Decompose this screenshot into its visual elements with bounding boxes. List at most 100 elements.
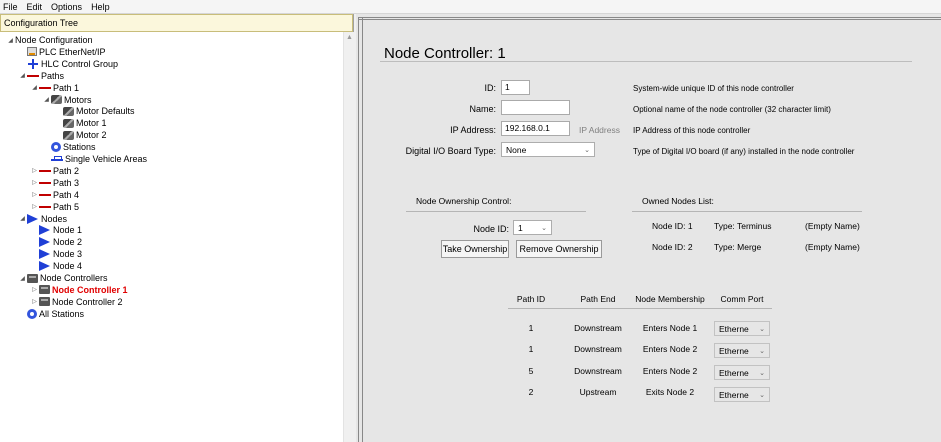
chevron-down-icon: ⌄ (759, 369, 765, 377)
tree-item[interactable]: Node 4 (30, 260, 82, 272)
tree-item[interactable]: ◢ Paths (18, 70, 64, 82)
tree-item[interactable]: Node 2 (30, 236, 82, 248)
table-cell-path-end: Downstream (574, 344, 622, 354)
tree-item[interactable]: ▷ Path 5 (30, 201, 79, 213)
expand-arrow-icon[interactable]: ▷ (30, 298, 39, 305)
owned-node-name: (Empty Name) (805, 221, 860, 231)
tree-item[interactable]: ◢ Path 1 (30, 82, 79, 94)
tree-item-label: Motor Defaults (76, 106, 135, 117)
comm-port-dropdown[interactable]: Etherne ⌄ (714, 321, 770, 336)
digital-io-label: Digital I/O Board Type: (405, 146, 496, 156)
table-cell-membership: Enters Node 2 (642, 344, 698, 354)
tree-item-label: Single Vehicle Areas (65, 154, 148, 164)
collapse-arrow-icon[interactable]: ◢ (18, 275, 27, 282)
comm-port-dropdown[interactable]: Etherne ⌄ (714, 343, 770, 358)
tree-item[interactable]: Single Vehicle Areas (42, 153, 147, 165)
table-cell-path-id: 2 (528, 387, 534, 397)
id-description: System-wide unique ID of this node contr… (633, 84, 794, 93)
tree-item[interactable]: ◢ Node Controllers (18, 272, 108, 284)
tree-item[interactable]: Stations (42, 141, 96, 153)
tree-item[interactable]: Node 3 (30, 248, 82, 260)
expand-arrow-icon[interactable]: ▷ (30, 286, 39, 293)
expand-arrow-icon[interactable]: ▷ (30, 167, 39, 174)
tree-item[interactable]: ▷ Node Controller 1 (30, 284, 128, 296)
tree-item[interactable]: PLC EtherNet/IP (18, 46, 106, 58)
tree-item-label: Node Controllers (40, 273, 108, 283)
detail-panel: Node Controller: 1 ID: 1 System-wide uni… (356, 14, 941, 442)
ip-address-field[interactable]: 192.168.0.1 (501, 121, 570, 136)
tree-item[interactable]: ▷ Path 4 (30, 189, 79, 201)
expand-arrow-icon[interactable]: ▷ (30, 179, 39, 186)
comm-port-dropdown[interactable]: Etherne ⌄ (714, 365, 770, 380)
tree-item[interactable]: HLC Control Group (18, 58, 118, 70)
configuration-tree-header: Configuration Tree (0, 14, 353, 32)
scroll-up-icon[interactable]: ▲ (346, 34, 353, 41)
digital-io-value: None (506, 144, 527, 155)
splitter-left[interactable] (358, 17, 363, 442)
page-title: Node Controller: 1 (384, 45, 506, 62)
tree-item[interactable]: Motor 1 (54, 117, 107, 129)
comm-port-dropdown[interactable]: Etherne ⌄ (714, 387, 770, 402)
comm-port-value: Etherne (719, 389, 749, 400)
id-label: ID: (484, 83, 496, 93)
tree-item-label: Node Controller 1 (52, 284, 128, 295)
node-arrow-icon (39, 249, 51, 260)
tree-item-label: Node Configuration (15, 35, 93, 45)
comm-port-value: Etherne (719, 367, 749, 378)
chevron-down-icon: ⌄ (759, 325, 765, 333)
collapse-arrow-icon[interactable]: ◢ (30, 84, 39, 91)
path-icon (39, 83, 51, 93)
menu-options[interactable]: Options (51, 2, 82, 12)
collapse-arrow-icon[interactable]: ◢ (18, 215, 27, 222)
tree-item-label: Node 3 (53, 249, 83, 260)
remove-ownership-button[interactable]: Remove Ownership (516, 240, 602, 258)
chevron-down-icon: ⌄ (759, 347, 765, 355)
collapse-arrow-icon[interactable]: ◢ (42, 96, 51, 103)
collapse-arrow-icon[interactable]: ◢ (18, 72, 27, 79)
expand-arrow-icon[interactable]: ▷ (30, 203, 39, 210)
expand-arrow-icon[interactable]: ▷ (30, 191, 39, 198)
menu-help[interactable]: Help (91, 2, 110, 12)
owned-node-type: Type: Terminus (714, 221, 772, 231)
tree-item[interactable]: ▷ Node Controller 2 (30, 296, 122, 308)
tree-item-label: Motor 1 (76, 118, 107, 129)
tree-item[interactable]: Motor 2 (54, 129, 107, 141)
name-field[interactable] (501, 100, 570, 115)
tree-item-label: Motors (64, 94, 92, 105)
tree-item-label: Node 2 (53, 237, 83, 248)
tree-item[interactable]: ◢ Node Configuration (6, 34, 93, 46)
tree-item-label: Path 3 (53, 177, 80, 188)
tree-item[interactable]: ◢ Motors (42, 94, 92, 106)
tree-item[interactable]: ▷ Path 2 (30, 165, 79, 177)
ip-address-hint: IP Address (579, 125, 620, 135)
tree-item-label: Path 4 (53, 189, 80, 200)
column-header-path-end: Path End (580, 294, 616, 304)
name-label: Name: (469, 104, 496, 114)
ownership-divider (406, 211, 586, 212)
collapse-arrow-icon[interactable]: ◢ (6, 37, 15, 44)
path-icon (39, 178, 51, 188)
controller-icon (27, 273, 38, 283)
tree-scrollbar[interactable]: ▲ (343, 32, 354, 442)
node-arrow-icon (39, 261, 51, 272)
tree-item[interactable]: ◢ Nodes (18, 213, 67, 225)
table-cell-membership: Exits Node 2 (645, 387, 695, 397)
owned-node-id: Node ID: 1 (652, 221, 693, 231)
take-ownership-button[interactable]: Take Ownership (441, 240, 509, 258)
ip-address-label: IP Address: (450, 125, 496, 135)
station-icon (51, 142, 61, 153)
tree-item[interactable]: All Stations (18, 308, 84, 320)
path-icon (39, 202, 51, 212)
node-id-dropdown[interactable]: 1 ⌄ (513, 220, 552, 235)
owned-node-id: Node ID: 2 (652, 242, 693, 252)
digital-io-dropdown[interactable]: None ⌄ (501, 142, 595, 157)
tree-item[interactable]: Motor Defaults (54, 105, 135, 117)
menu-edit[interactable]: Edit (27, 2, 43, 12)
tree-item[interactable]: Node 1 (30, 224, 82, 236)
column-header-node-membership: Node Membership (635, 294, 705, 304)
configuration-tree-panel: Configuration Tree ◢ Node Configuration PL… (0, 14, 354, 442)
id-field[interactable]: 1 (501, 80, 530, 95)
menu-file[interactable]: File (3, 2, 18, 12)
tree-item-label: Path 5 (53, 201, 80, 212)
tree-item[interactable]: ▷ Path 3 (30, 177, 79, 189)
